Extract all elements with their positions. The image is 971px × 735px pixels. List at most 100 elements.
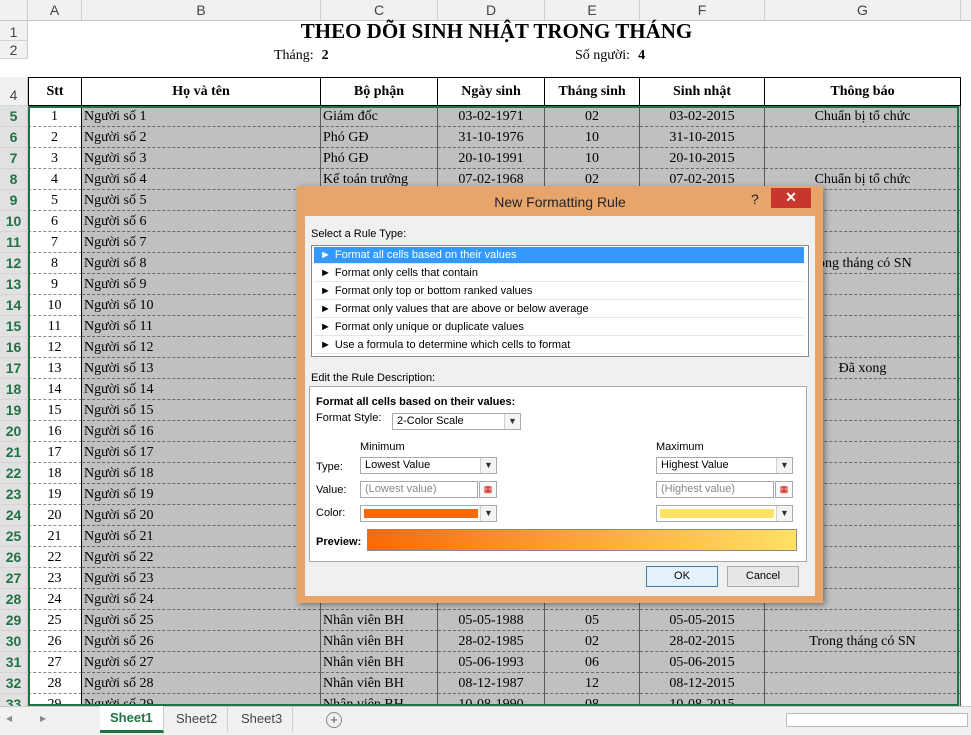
cell-stt[interactable]: 27 [28,652,82,673]
column-header-d[interactable]: D [438,0,545,20]
cell-name[interactable]: Người số 11 [82,316,321,337]
cell-name[interactable]: Người số 2 [82,127,321,148]
cell-stt[interactable]: 21 [28,526,82,547]
add-sheet-icon[interactable]: + [326,712,342,728]
range-picker-icon[interactable]: ▦ [479,481,497,498]
cell-dept[interactable]: Nhân viên BH [321,652,438,673]
tab-sheet3[interactable]: Sheet3 [231,707,294,731]
cell-stt[interactable]: 23 [28,568,82,589]
row-header-20[interactable]: 20 [0,421,28,442]
cell-birthday[interactable]: 08-12-2015 [640,673,765,694]
cell-name[interactable]: Người số 26 [82,631,321,652]
row-header-15[interactable]: 15 [0,316,28,337]
row-header-4[interactable]: 4 [0,77,28,106]
min-value-input[interactable]: (Lowest value) [360,481,478,498]
select-all-corner[interactable] [0,0,28,20]
cell-stt[interactable]: 29 [28,694,82,706]
cell-dob[interactable]: 05-06-1993 [438,652,545,673]
cell-stt[interactable]: 11 [28,316,82,337]
cell-name[interactable]: Người số 17 [82,442,321,463]
cell-dept[interactable]: Nhân viên BH [321,694,438,706]
cell-name[interactable]: Người số 21 [82,526,321,547]
cell-birthday[interactable]: 05-05-2015 [640,610,765,631]
cell-stt[interactable]: 16 [28,421,82,442]
cell-name[interactable]: Người số 28 [82,673,321,694]
range-picker-icon[interactable]: ▦ [775,481,793,498]
cell-dob[interactable]: 31-10-1976 [438,127,545,148]
cell-name[interactable]: Người số 24 [82,589,321,610]
cell-stt[interactable]: 7 [28,232,82,253]
header-birthday[interactable]: Sinh nhật [640,77,765,106]
cell-name[interactable]: Người số 14 [82,379,321,400]
row-header-16[interactable]: 16 [0,337,28,358]
close-icon[interactable]: ✕ [771,188,811,208]
cell-birthday[interactable]: 03-02-2015 [640,106,765,127]
cell-stt[interactable]: 28 [28,673,82,694]
cell-stt[interactable]: 9 [28,274,82,295]
row-header-32[interactable]: 32 [0,673,28,694]
row-header-10[interactable]: 10 [0,211,28,232]
cell-name[interactable]: Người số 1 [82,106,321,127]
rule-type-list[interactable]: ► Format all cells based on their values ►… [311,245,809,357]
format-style-dropdown[interactable]: 2-Color Scale ▼ [392,413,521,430]
cell-dob[interactable]: 28-02-1985 [438,631,545,652]
help-icon[interactable]: ? [751,191,759,207]
cell-name[interactable]: Người số 4 [82,169,321,190]
cell-name[interactable]: Người số 16 [82,421,321,442]
max-value-input[interactable]: (Highest value) [656,481,774,498]
row-header-27[interactable]: 27 [0,568,28,589]
cell-stt[interactable]: 19 [28,484,82,505]
cell-notice[interactable] [765,652,961,673]
cell-birthday[interactable]: 28-02-2015 [640,631,765,652]
row-header-21[interactable]: 21 [0,442,28,463]
cell-name[interactable]: Người số 25 [82,610,321,631]
cell-name[interactable]: Người số 3 [82,148,321,169]
row-header-33[interactable]: 33 [0,694,28,706]
cell-dob[interactable]: 08-12-1987 [438,673,545,694]
cell-notice[interactable]: Chuẩn bị tổ chức [765,106,961,127]
header-dept[interactable]: Bộ phận [321,77,438,106]
cell-name[interactable]: Người số 6 [82,211,321,232]
cell-stt[interactable]: 3 [28,148,82,169]
cell-name[interactable]: Người số 5 [82,190,321,211]
min-color-dropdown[interactable]: ▼ [360,505,497,522]
cell-stt[interactable]: 15 [28,400,82,421]
ok-button[interactable]: OK [646,566,718,587]
cell-dept[interactable]: Phó GĐ [321,148,438,169]
cell-stt[interactable]: 14 [28,379,82,400]
column-header-b[interactable]: B [82,0,321,20]
cell-dob[interactable]: 05-05-1988 [438,610,545,631]
cell-notice[interactable] [765,127,961,148]
max-color-dropdown[interactable]: ▼ [656,505,793,522]
header-name[interactable]: Họ và tên [82,77,321,106]
row-header-18[interactable]: 18 [0,379,28,400]
cell-name[interactable]: Người số 7 [82,232,321,253]
row-header-14[interactable]: 14 [0,295,28,316]
cell-birth-month[interactable]: 12 [545,673,640,694]
row-header-8[interactable]: 8 [0,169,28,190]
horizontal-scrollbar[interactable] [786,713,968,727]
cell-notice[interactable] [765,610,961,631]
row-header-13[interactable]: 13 [0,274,28,295]
cell-stt[interactable]: 20 [28,505,82,526]
row-header-11[interactable]: 11 [0,232,28,253]
rule-type-item[interactable]: ► Format only cells that contain [314,265,804,282]
cell-birth-month[interactable]: 10 [545,127,640,148]
cell-dept[interactable]: Giám đốc [321,106,438,127]
cell-stt[interactable]: 2 [28,127,82,148]
column-header-a[interactable]: A [28,0,82,20]
cell-name[interactable]: Người số 29 [82,694,321,706]
row-header-22[interactable]: 22 [0,463,28,484]
cell-dept[interactable]: Nhân viên BH [321,610,438,631]
cell-stt[interactable]: 24 [28,589,82,610]
max-type-dropdown[interactable]: Highest Value ▼ [656,457,793,474]
cell-dob[interactable]: 03-02-1971 [438,106,545,127]
row-header-19[interactable]: 19 [0,400,28,421]
tab-sheet2[interactable]: Sheet2 [166,707,229,731]
cell-birth-month[interactable]: 06 [545,652,640,673]
cell-name[interactable]: Người số 23 [82,568,321,589]
rule-type-item[interactable]: ► Format only top or bottom ranked values [314,283,804,300]
cell-dept[interactable]: Nhân viên BH [321,631,438,652]
cell-name[interactable]: Người số 9 [82,274,321,295]
row-header-7[interactable]: 7 [0,148,28,169]
